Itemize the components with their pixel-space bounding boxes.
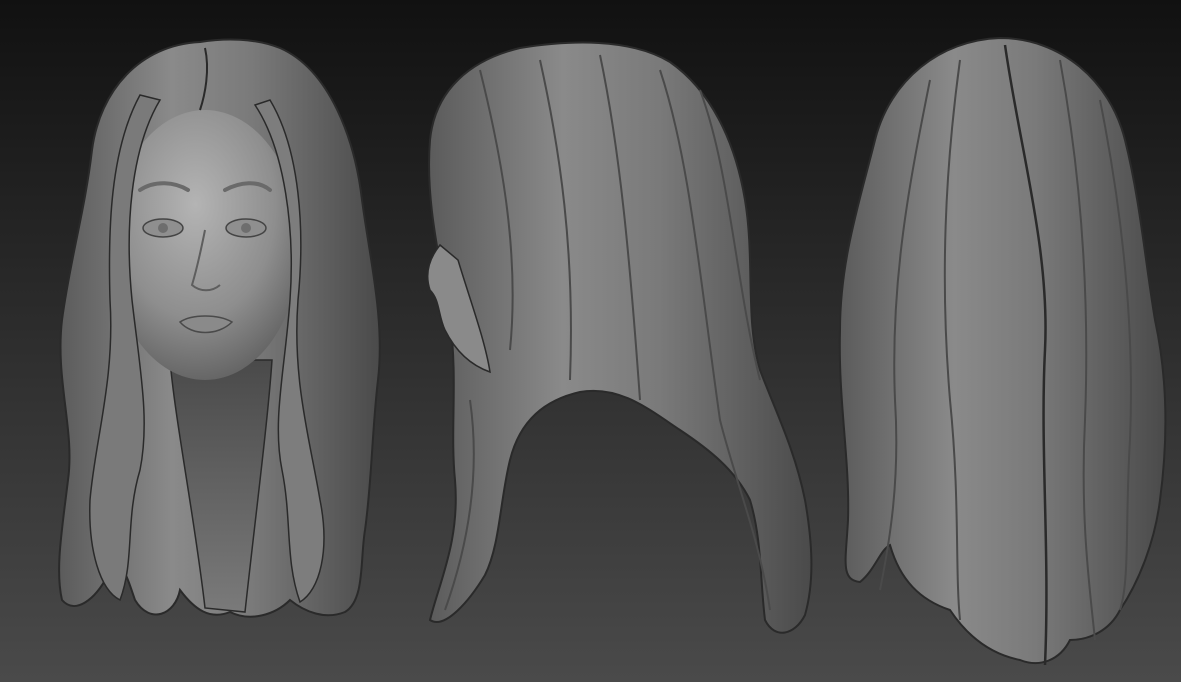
front-iris-right <box>241 223 251 233</box>
front-iris-left <box>158 223 168 233</box>
sculpt-viewport[interactable] <box>0 0 1181 682</box>
sculpt-scene <box>0 0 1181 682</box>
sculpt-head-front-view <box>58 38 381 618</box>
